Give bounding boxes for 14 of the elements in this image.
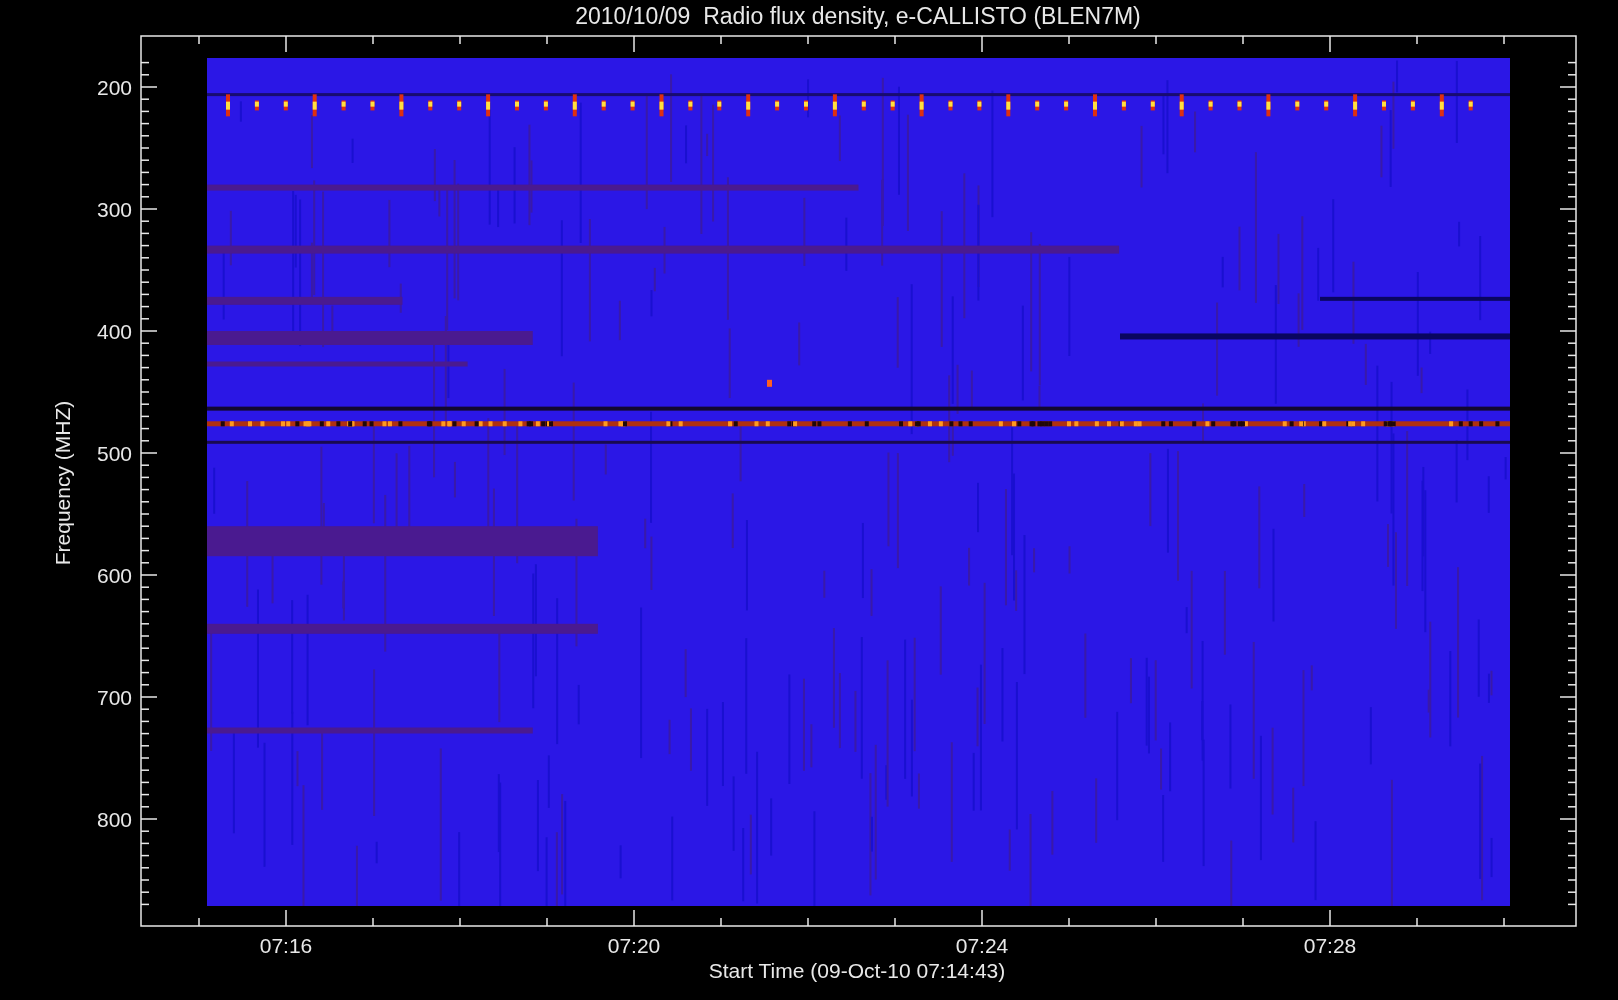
axis-tick-label: 200	[96, 76, 132, 99]
chart-title: 2010/10/09 Radio flux density, e-CALLISTO (BLEN7M)	[575, 3, 1141, 29]
axis-tick-label: 800	[96, 808, 132, 831]
axis-tick-label: 07:24	[955, 934, 1009, 957]
axis-tick-label: 700	[96, 686, 132, 709]
axis-tick-label: 07:16	[259, 934, 313, 957]
axis-tick-label: 400	[96, 320, 132, 343]
axis-tick-label: 500	[96, 442, 132, 465]
axis-title: Frequency (MHZ)	[51, 400, 74, 566]
axis-tick-label: 300	[96, 198, 132, 221]
axis-tick-label: 07:20	[607, 934, 661, 957]
axis-tick-label: 07:28	[1303, 934, 1357, 957]
axis-tick-label: 600	[96, 564, 132, 587]
axis-title: Start Time (09-Oct-10 07:14:43)	[708, 959, 1006, 982]
